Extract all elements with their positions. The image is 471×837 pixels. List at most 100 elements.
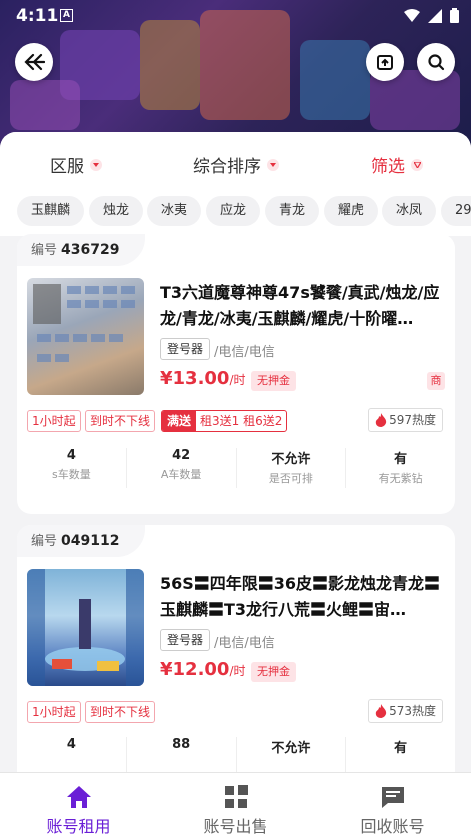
wifi-icon (404, 8, 420, 22)
stat-cell: 不允许 是否可排 (237, 448, 347, 488)
grid-icon (224, 785, 248, 808)
stat-cell: 88 (127, 737, 237, 772)
stat-label: s车数量 (52, 468, 91, 481)
listing-thumbnail[interactable] (27, 278, 144, 395)
deposit-badge: 无押金 (251, 371, 296, 391)
login-tool-tag: 登号器 (160, 338, 211, 360)
stat-cell: 42 A车数量 (127, 448, 237, 488)
carrier-text: /电信/电信 (214, 345, 275, 360)
listing-thumbnail[interactable] (27, 569, 144, 686)
stat-value: 有 (394, 452, 408, 467)
listing-card[interactable]: 编号 436729 T3六道魔尊神尊47s饕餮/真武/烛龙/应龙/青龙/冰夷/玉麒… (17, 234, 455, 514)
heat-value: 597热度 (389, 413, 436, 427)
search-icon (428, 54, 445, 71)
listing-id: 049112 (61, 533, 120, 549)
price-value: ¥12.00 (160, 659, 230, 680)
filter-bar: 区服 综合排序 筛选 (0, 132, 471, 190)
chevron-down-icon (267, 158, 279, 171)
sort-filter[interactable]: 综合排序 (193, 152, 279, 177)
stat-cell: 有 (346, 737, 455, 772)
deposit-badge: 无押金 (251, 662, 296, 682)
stats-row: 4 88 不允许 有 (17, 737, 455, 772)
share-button[interactable] (366, 43, 404, 81)
promo-tag: 满送 租3送1 租6送2 (161, 410, 288, 432)
tab-label: 回收账号 (360, 817, 425, 836)
sort-filter-label: 综合排序 (193, 157, 261, 177)
stat-value: 4 (66, 448, 76, 463)
tab-sell-account[interactable]: 账号出售 (157, 773, 314, 837)
tab-rent-account[interactable]: 账号租用 (0, 773, 157, 837)
stat-cell: 不允许 (237, 737, 347, 772)
listing-id-label: 编号 (31, 534, 58, 549)
listing-id: 436729 (61, 242, 120, 258)
chip-item[interactable]: 冰夷 (147, 196, 202, 226)
tab-label: 账号租用 (46, 817, 111, 836)
listing-card[interactable]: 编号 049112 56S〓四年限〓36皮〓影龙烛龙青龙〓玉麒麟〓T3龙行八荒〓火… (17, 525, 455, 772)
status-time: 4:11 (16, 6, 59, 26)
auto-offline-tag: 到时不下线 (85, 701, 156, 723)
listing-sheet: 区服 综合排序 筛选 玉麒麟 烛龙 冰夷 应龙 青龙 耀虎 冰凤 29 编号 43… (0, 132, 471, 772)
fire-icon (375, 413, 387, 427)
back-button[interactable] (15, 43, 53, 81)
chip-item[interactable]: 玉麒麟 (17, 196, 85, 226)
price-unit: /时 (229, 373, 246, 387)
stat-value: 88 (172, 737, 191, 752)
chevron-down-icon (90, 158, 102, 171)
price-unit: /时 (229, 664, 246, 678)
stat-value: 4 (66, 737, 76, 752)
stat-label: A车数量 (160, 468, 202, 481)
heat-badge: 597热度 (368, 408, 443, 432)
promo-head: 满送 (162, 411, 197, 431)
listing-title: 56S〓四年限〓36皮〓影龙烛龙青龙〓玉麒麟〓T3龙行八荒〓火鲤〓宙… (160, 574, 441, 619)
chip-item[interactable]: 应龙 (206, 196, 261, 226)
region-filter-label: 区服 (50, 157, 84, 177)
stat-value: 不允许 (271, 452, 311, 467)
promo-body: 租3送1 租6送2 (200, 414, 283, 428)
notification-badge: A (60, 9, 73, 22)
listing-id-tab: 编号 436729 (17, 234, 146, 266)
stat-value: 42 (172, 448, 191, 463)
heat-badge: 573热度 (368, 699, 443, 723)
chip-item[interactable]: 29 (441, 196, 471, 226)
search-button[interactable] (417, 43, 455, 81)
stat-cell: 4 s车数量 (17, 448, 127, 488)
stat-label: 有无紫钻 (378, 472, 423, 485)
price-value: ¥13.00 (160, 368, 230, 389)
stat-cell: 有有无紫钻 (346, 448, 455, 488)
stat-cell: 4 (17, 737, 127, 772)
listing-id-tab: 编号 049112 (17, 525, 146, 557)
listing-id-label: 编号 (31, 243, 58, 258)
chip-item[interactable]: 青龙 (265, 196, 320, 226)
tab-label: 账号出售 (203, 817, 268, 836)
tab-recycle-account[interactable]: 回收账号 (314, 773, 471, 837)
login-tool-tag: 登号器 (160, 629, 211, 651)
stat-value: 不允许 (271, 741, 311, 756)
advanced-filter-label: 筛选 (371, 157, 405, 177)
chip-item[interactable]: 耀虎 (324, 196, 379, 226)
chip-item[interactable]: 烛龙 (89, 196, 144, 226)
share-icon (377, 55, 393, 70)
price: ¥13.00/时 (160, 368, 246, 389)
stat-label: 是否可排 (268, 472, 313, 485)
filter-funnel-icon (411, 158, 423, 171)
fire-icon (375, 704, 387, 718)
battery-icon (450, 8, 459, 23)
message-icon (381, 787, 404, 808)
hero-chip-row: 玉麒麟 烛龙 冰夷 应龙 青龙 耀虎 冰凤 29 (0, 190, 471, 236)
min-rent-tag: 1小时起 (27, 701, 81, 723)
carrier-text: /电信/电信 (214, 636, 275, 651)
auto-offline-tag: 到时不下线 (85, 410, 156, 432)
heat-value: 573热度 (389, 704, 436, 718)
min-rent-tag: 1小时起 (27, 410, 81, 432)
status-bar: 4:11 A (0, 0, 471, 32)
signal-icon (428, 8, 442, 23)
chip-item[interactable]: 冰凤 (382, 196, 437, 226)
back-icon (24, 53, 45, 71)
home-icon (66, 786, 91, 808)
price: ¥12.00/时 (160, 659, 246, 680)
system-icons (404, 8, 459, 23)
advanced-filter[interactable]: 筛选 (371, 152, 423, 177)
stat-value: 有 (394, 741, 408, 756)
region-filter[interactable]: 区服 (50, 152, 102, 177)
merchant-badge: 商 (427, 372, 445, 390)
